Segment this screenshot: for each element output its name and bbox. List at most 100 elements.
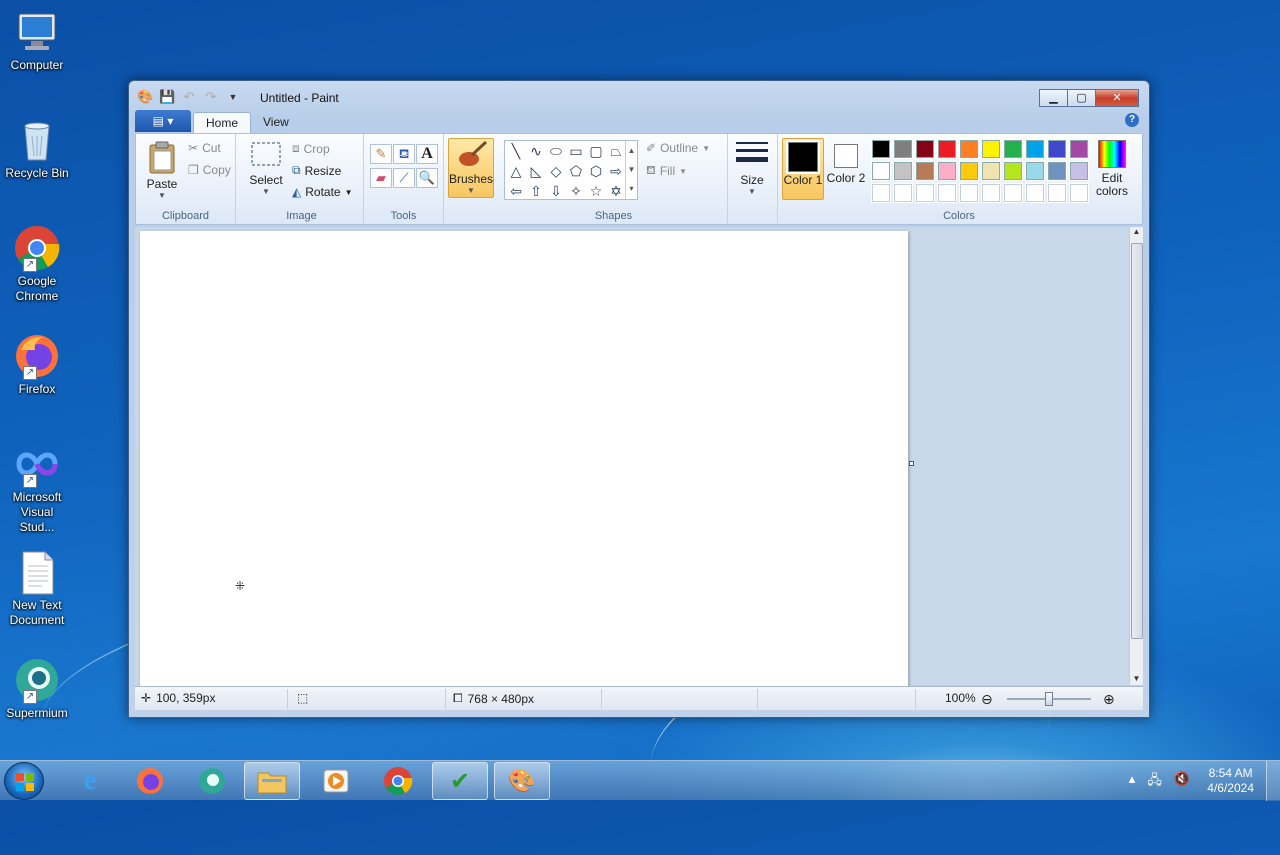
- polygon-shape-icon[interactable]: ⏢: [607, 142, 625, 160]
- palette-swatch[interactable]: [1069, 139, 1089, 159]
- palette-swatch[interactable]: [915, 161, 935, 181]
- fill-button[interactable]: ⛾ Fill ▼: [646, 163, 687, 179]
- taskbar-paint[interactable]: 🎨: [494, 762, 550, 800]
- scroll-up-icon[interactable]: ▲: [1130, 227, 1143, 236]
- taskbar-media-player[interactable]: [308, 762, 364, 800]
- palette-swatch[interactable]: [871, 139, 891, 159]
- tray-expand-icon[interactable]: ▴: [1129, 771, 1136, 793]
- file-menu-button[interactable]: ▤ ▾: [135, 110, 191, 132]
- taskbar-task-app[interactable]: ✔: [432, 762, 488, 800]
- paint-app-icon[interactable]: 🎨: [137, 89, 153, 105]
- four-point-star-shape-icon[interactable]: ✧: [567, 182, 585, 200]
- help-icon[interactable]: ?: [1125, 113, 1139, 127]
- palette-swatch[interactable]: [1047, 161, 1067, 181]
- custom-color-slot[interactable]: [937, 183, 957, 203]
- custom-color-slot[interactable]: [871, 183, 891, 203]
- drawing-canvas[interactable]: [140, 231, 908, 689]
- eraser-icon[interactable]: ▰: [370, 168, 392, 188]
- rotate-button[interactable]: ◭ Rotate ▼: [292, 185, 353, 199]
- show-desktop-button[interactable]: [1266, 761, 1280, 801]
- triangle-shape-icon[interactable]: △: [507, 162, 525, 180]
- five-point-star-shape-icon[interactable]: ☆: [587, 182, 605, 200]
- desktop-icon-visual-studio[interactable]: ↗ Microsoft Visual Stud...: [2, 440, 72, 535]
- custom-color-slot[interactable]: [981, 183, 1001, 203]
- cut-button[interactable]: ✂ Cut: [188, 141, 221, 155]
- tab-view[interactable]: View: [251, 112, 301, 134]
- minimize-button[interactable]: ▁: [1039, 89, 1067, 107]
- six-point-star-shape-icon[interactable]: ✡: [607, 182, 625, 200]
- pencil-icon[interactable]: ✎: [370, 144, 392, 164]
- rounded-rectangle-shape-icon[interactable]: ▢: [587, 142, 605, 160]
- zoom-slider[interactable]: [1007, 692, 1091, 706]
- palette-swatch[interactable]: [1003, 161, 1023, 181]
- palette-swatch[interactable]: [981, 139, 1001, 159]
- down-arrow-shape-icon[interactable]: ⇩: [547, 182, 565, 200]
- taskbar-internet-explorer[interactable]: e: [62, 762, 118, 800]
- zoom-out-icon[interactable]: ⊖: [981, 691, 993, 708]
- desktop-icon-supermium[interactable]: ↗ Supermium: [2, 656, 72, 721]
- up-arrow-shape-icon[interactable]: ⇧: [527, 182, 545, 200]
- shapes-scroll[interactable]: ▲ ▼ ▾: [625, 141, 637, 199]
- custom-color-slot[interactable]: [1069, 183, 1089, 203]
- custom-color-slot[interactable]: [1003, 183, 1023, 203]
- desktop-icon-recycle-bin[interactable]: Recycle Bin: [2, 116, 72, 181]
- copy-button[interactable]: ❐ Copy: [188, 163, 231, 177]
- customize-toolbar-chevron-icon[interactable]: ▼: [225, 89, 241, 105]
- maximize-button[interactable]: ▢: [1067, 89, 1095, 107]
- palette-swatch[interactable]: [915, 139, 935, 159]
- text-tool-icon[interactable]: A: [416, 144, 438, 164]
- volume-muted-icon[interactable]: 🔇: [1174, 771, 1190, 793]
- custom-color-slot[interactable]: [915, 183, 935, 203]
- custom-color-slot[interactable]: [959, 183, 979, 203]
- size-button[interactable]: Size ▼: [732, 138, 772, 196]
- palette-swatch[interactable]: [1025, 161, 1045, 181]
- brushes-button[interactable]: Brushes ▼: [448, 138, 494, 198]
- palette-swatch[interactable]: [1025, 139, 1045, 159]
- undo-icon[interactable]: ↶: [181, 89, 197, 105]
- taskbar-chrome[interactable]: [370, 762, 426, 800]
- color1-button[interactable]: Color 1: [782, 138, 824, 200]
- palette-swatch[interactable]: [937, 161, 957, 181]
- title-bar[interactable]: 🎨 💾 ↶ ↷ ▼ Untitled - Paint ▁ ▢ ✕: [129, 81, 1149, 111]
- palette-swatch[interactable]: [959, 161, 979, 181]
- color-picker-icon[interactable]: ⟋: [393, 168, 415, 188]
- magnifier-icon[interactable]: 🔍: [416, 168, 438, 188]
- taskbar-firefox[interactable]: [122, 762, 178, 800]
- right-triangle-shape-icon[interactable]: ◺: [527, 162, 545, 180]
- taskbar-supermium[interactable]: [184, 762, 240, 800]
- diamond-shape-icon[interactable]: ◇: [547, 162, 565, 180]
- desktop-icon-firefox[interactable]: ↗ Firefox: [2, 332, 72, 397]
- desktop-icon-new-text-document[interactable]: New Text Document: [2, 548, 72, 628]
- close-button[interactable]: ✕: [1095, 89, 1139, 107]
- zoom-in-icon[interactable]: ⊕: [1103, 691, 1115, 708]
- curve-shape-icon[interactable]: ∿: [527, 142, 545, 160]
- palette-swatch[interactable]: [893, 139, 913, 159]
- scroll-down-icon[interactable]: ▼: [1130, 674, 1143, 683]
- line-shape-icon[interactable]: ╲: [507, 142, 525, 160]
- palette-swatch[interactable]: [1069, 161, 1089, 181]
- pentagon-shape-icon[interactable]: ⬠: [567, 162, 585, 180]
- vertical-scrollbar[interactable]: ▲ ▼: [1129, 227, 1143, 685]
- scroll-thumb[interactable]: [1131, 243, 1143, 639]
- oval-shape-icon[interactable]: ⬭: [547, 142, 565, 160]
- color2-button[interactable]: Color 2: [826, 138, 866, 200]
- palette-swatch[interactable]: [937, 139, 957, 159]
- desktop-icon-google-chrome[interactable]: ↗ Google Chrome: [2, 224, 72, 304]
- palette-swatch[interactable]: [871, 161, 891, 181]
- taskbar-file-explorer[interactable]: [244, 762, 300, 800]
- palette-swatch[interactable]: [981, 161, 1001, 181]
- custom-color-slot[interactable]: [1047, 183, 1067, 203]
- fill-bucket-icon[interactable]: ⛾: [393, 144, 415, 164]
- tab-home[interactable]: Home: [193, 112, 252, 134]
- palette-swatch[interactable]: [893, 161, 913, 181]
- palette-swatch[interactable]: [959, 139, 979, 159]
- save-icon[interactable]: 💾: [159, 89, 175, 105]
- desktop-icon-computer[interactable]: Computer: [2, 8, 72, 73]
- outline-button[interactable]: ✐ Outline ▼: [646, 141, 710, 155]
- paste-button[interactable]: Paste ▼: [142, 140, 182, 200]
- resize-button[interactable]: ⧉ Resize: [292, 163, 341, 178]
- resize-handle[interactable]: [909, 461, 914, 466]
- custom-color-slot[interactable]: [1025, 183, 1045, 203]
- zoom-slider-thumb[interactable]: [1045, 692, 1053, 706]
- start-button[interactable]: [4, 762, 44, 800]
